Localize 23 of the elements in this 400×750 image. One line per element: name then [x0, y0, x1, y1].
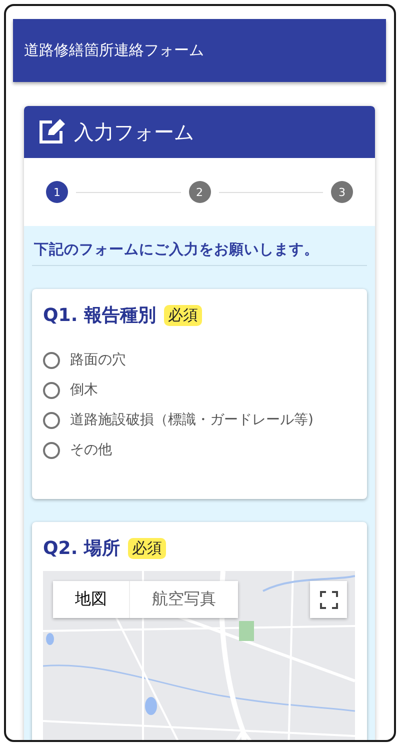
fullscreen-icon	[320, 590, 338, 608]
map-type-tab[interactable]: 航空写真	[129, 581, 238, 618]
step-indicator: 3	[331, 181, 353, 203]
radio-button[interactable]	[43, 382, 60, 398]
required-badge: 必須	[128, 538, 166, 558]
step-indicator: 2	[188, 181, 210, 203]
radio-button[interactable]	[43, 352, 60, 368]
edit-icon	[38, 119, 66, 145]
fullscreen-button[interactable]	[310, 581, 347, 618]
card-title: 入力フォーム	[74, 118, 194, 146]
radio-button[interactable]	[43, 412, 60, 428]
map-type-tab[interactable]: 地図	[53, 581, 129, 618]
option-label: 倒木	[70, 381, 98, 399]
question-title: Q1. 報告種別	[43, 304, 156, 327]
question-title: Q2. 場所	[43, 537, 120, 560]
header-title: 道路修繕箇所連絡フォーム	[24, 41, 204, 60]
step-indicator: 1	[46, 181, 68, 203]
required-badge: 必須	[164, 304, 202, 326]
option-label: その他	[70, 441, 112, 459]
intro-text: 下記のフォームにご入力をお願いします。	[32, 236, 367, 266]
option-label: 路面の穴	[70, 351, 126, 369]
option-label: 道路施設破損（標識・ガードレール等)	[70, 411, 314, 429]
radio-button[interactable]	[43, 442, 60, 458]
